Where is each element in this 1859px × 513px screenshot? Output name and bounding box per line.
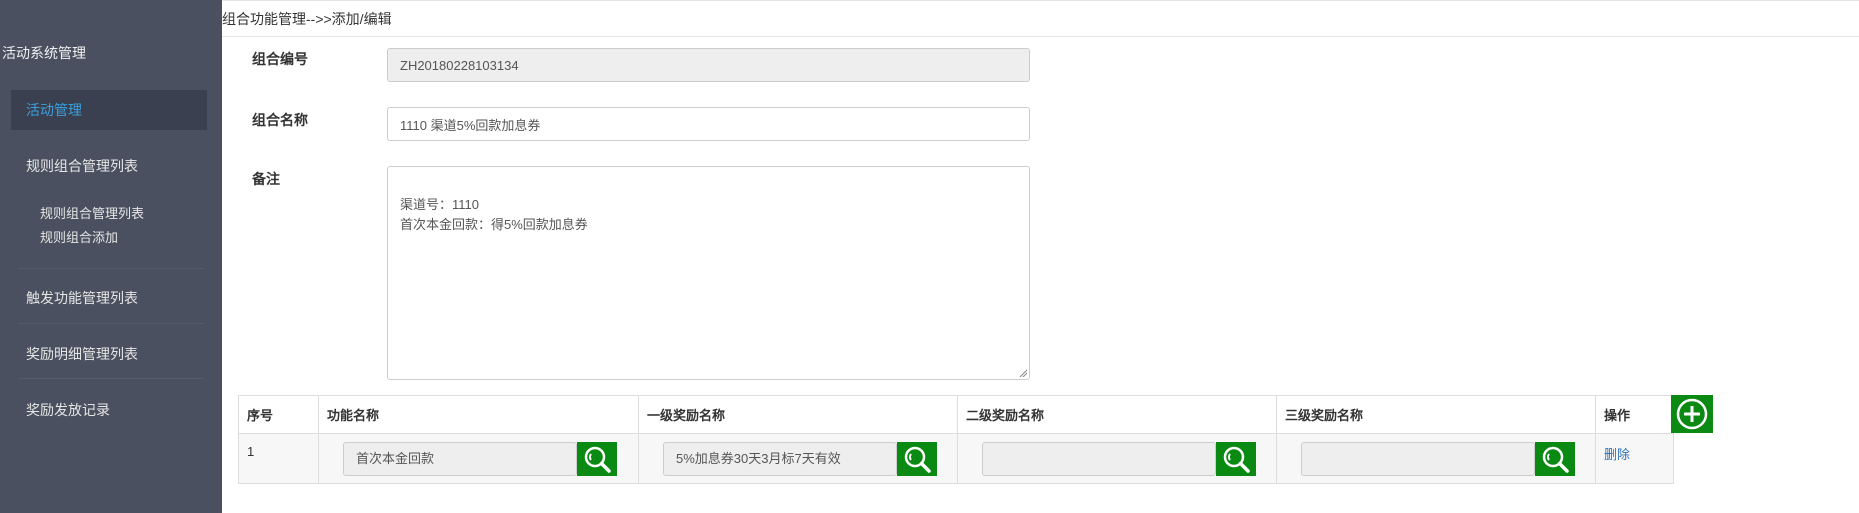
plus-circle-icon [1676, 398, 1708, 430]
table-header-row: 序号 功能名称 一级奖励名称 二级奖励名称 三级奖励名称 操作 [238, 395, 1674, 434]
column-header-index: 序号 [238, 395, 319, 434]
reward-level2-field[interactable] [982, 442, 1216, 476]
resize-grip-icon[interactable] [1019, 369, 1027, 377]
reward-level3-cell [1276, 433, 1596, 484]
delete-link[interactable]: 删除 [1604, 447, 1630, 462]
search-icon [1542, 446, 1569, 473]
row-index: 1 [238, 433, 319, 484]
column-header-function-name: 功能名称 [318, 395, 639, 434]
combo-code-field[interactable] [387, 48, 1030, 82]
reward-level2-search-button[interactable] [1216, 442, 1256, 476]
column-header-reward-level2: 二级奖励名称 [957, 395, 1277, 434]
note-textarea[interactable]: 渠道号：1110 首次本金回款：得5%回款加息券 [387, 166, 1030, 380]
table-row: 1 首次本金回款 5%加息券30天3月标7天有效 删除 [238, 433, 1674, 484]
combo-code-label: 组合编号 [252, 51, 308, 67]
function-name-field[interactable]: 首次本金回款 [343, 442, 577, 476]
system-title: 活动系统管理 [2, 45, 86, 61]
sidebar-item-rule-combo-list[interactable]: 规则组合管理列表 [26, 156, 138, 176]
sidebar-divider [18, 323, 204, 324]
sidebar-subitem-rule-combo-list[interactable]: 规则组合管理列表 [40, 203, 144, 222]
sidebar-item-activity-management[interactable]: 活动管理 [11, 90, 207, 130]
combo-name-label: 组合名称 [252, 112, 308, 128]
function-name-cell: 首次本金回款 [318, 433, 639, 484]
sidebar-divider [18, 268, 204, 269]
reward-table: 序号 功能名称 一级奖励名称 二级奖励名称 三级奖励名称 操作 1 首次本金回款 [238, 395, 1674, 484]
reward-level3-search-button[interactable] [1535, 442, 1575, 476]
reward-level3-field[interactable] [1301, 442, 1535, 476]
sidebar: 活动系统管理 活动管理 规则组合管理列表 规则组合管理列表 规则组合添加 触发功… [0, 0, 222, 513]
reward-level1-field[interactable]: 5%加息券30天3月标7天有效 [663, 442, 897, 476]
sidebar-item-reward-distribution-record[interactable]: 奖励发放记录 [26, 400, 110, 420]
search-icon [904, 446, 931, 473]
reward-level2-cell [957, 433, 1277, 484]
function-search-button[interactable] [577, 442, 617, 476]
sidebar-subitem-rule-combo-add[interactable]: 规则组合添加 [40, 227, 118, 246]
main-content: 组合功能管理-->>添加/编辑 组合编号 组合名称 备注 渠道号：1110 首次… [222, 0, 1859, 513]
sidebar-item-trigger-function-list[interactable]: 触发功能管理列表 [26, 288, 138, 308]
note-label: 备注 [252, 171, 280, 187]
search-icon [584, 446, 611, 473]
reward-level1-cell: 5%加息券30天3月标7天有效 [638, 433, 958, 484]
column-header-reward-level1: 一级奖励名称 [638, 395, 958, 434]
reward-level1-search-button[interactable] [897, 442, 937, 476]
add-row-button[interactable] [1671, 395, 1713, 433]
search-icon [1223, 446, 1250, 473]
sidebar-divider [18, 378, 204, 379]
action-cell: 删除 [1595, 433, 1674, 484]
column-header-reward-level3: 三级奖励名称 [1276, 395, 1596, 434]
column-header-action: 操作 [1595, 395, 1674, 434]
sidebar-item-reward-detail-list[interactable]: 奖励明细管理列表 [26, 344, 138, 364]
breadcrumb: 组合功能管理-->>添加/编辑 [222, 0, 1859, 37]
note-text: 渠道号：1110 首次本金回款：得5%回款加息券 [400, 197, 588, 232]
combo-name-field[interactable] [387, 107, 1030, 141]
